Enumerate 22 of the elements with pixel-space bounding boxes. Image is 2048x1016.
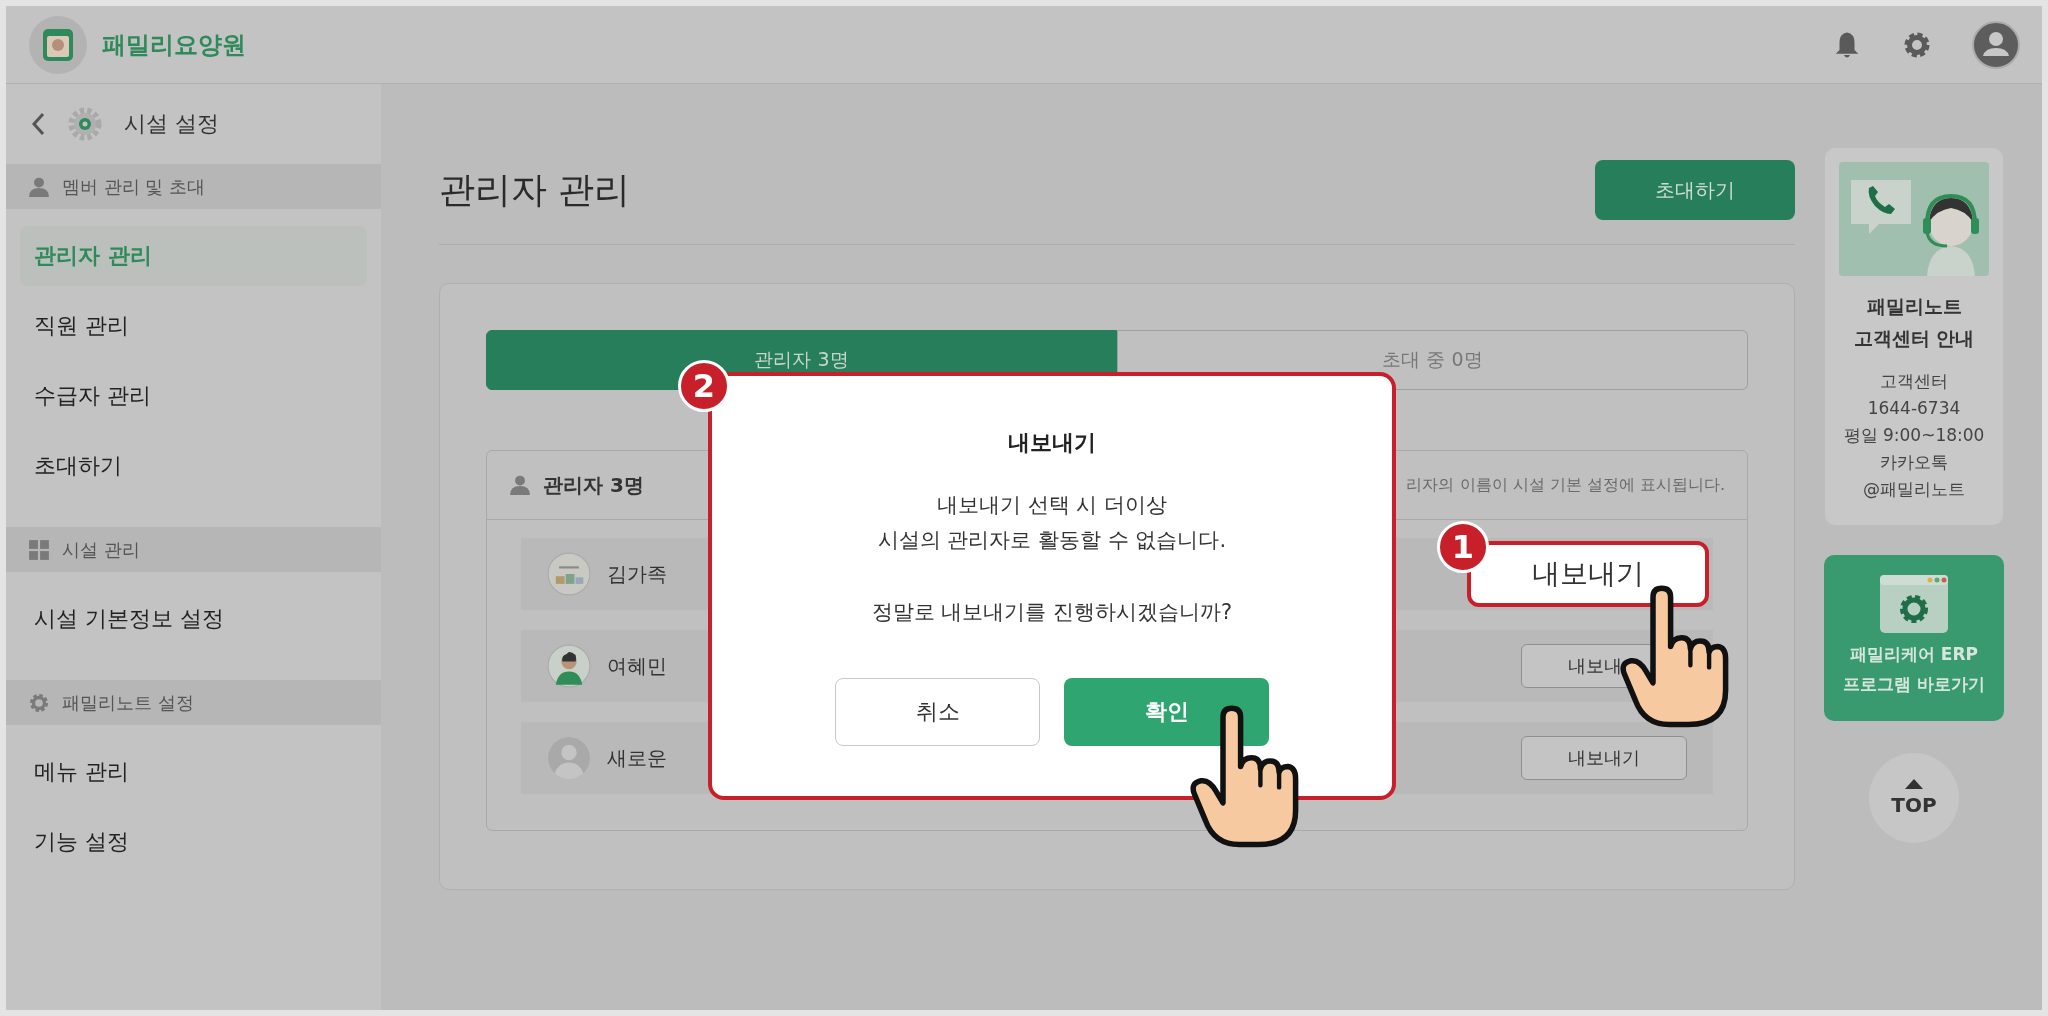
support-info: 카카오톡 bbox=[1880, 451, 1948, 474]
admin-name: 새로운 bbox=[607, 744, 667, 772]
dialog-question: 정말로 내보내기를 진행하시겠습니까? bbox=[871, 599, 1233, 626]
section-label: 시설 관리 bbox=[62, 537, 140, 562]
brand-name: 패밀리요양원 bbox=[102, 29, 246, 61]
support-info: @패밀리노트 bbox=[1863, 478, 1965, 501]
sidebar-title: 시설 설정 bbox=[124, 110, 219, 138]
dialog-title: 내보내기 bbox=[1008, 429, 1096, 457]
support-title: 패밀리노트 bbox=[1866, 294, 1962, 319]
admin-name: 김가족 bbox=[607, 560, 667, 588]
section-label: 멤버 관리 및 초대 bbox=[62, 174, 206, 199]
step-badge: 1 bbox=[1437, 521, 1489, 573]
hint-text: 리자의 이름이 시설 기본 설정에 표시됩니다. bbox=[1406, 474, 1725, 496]
support-info: 고객센터 bbox=[1880, 370, 1948, 393]
support-info: 평일 9:00~18:00 bbox=[1843, 424, 1985, 447]
section-label: 패밀리노트 설정 bbox=[62, 690, 194, 715]
support-info: 1644-6734 bbox=[1867, 397, 1961, 420]
support-title: 고객센터 안내 bbox=[1853, 326, 1975, 351]
list-title: 관리자 3명 bbox=[543, 471, 644, 499]
admin-name: 여혜민 bbox=[607, 652, 667, 680]
page-title: 관리자 관리 bbox=[439, 167, 631, 212]
dialog-message: 내보내기 선택 시 더이상 시설의 관리자로 활동할 수 없습니다. bbox=[877, 492, 1227, 554]
